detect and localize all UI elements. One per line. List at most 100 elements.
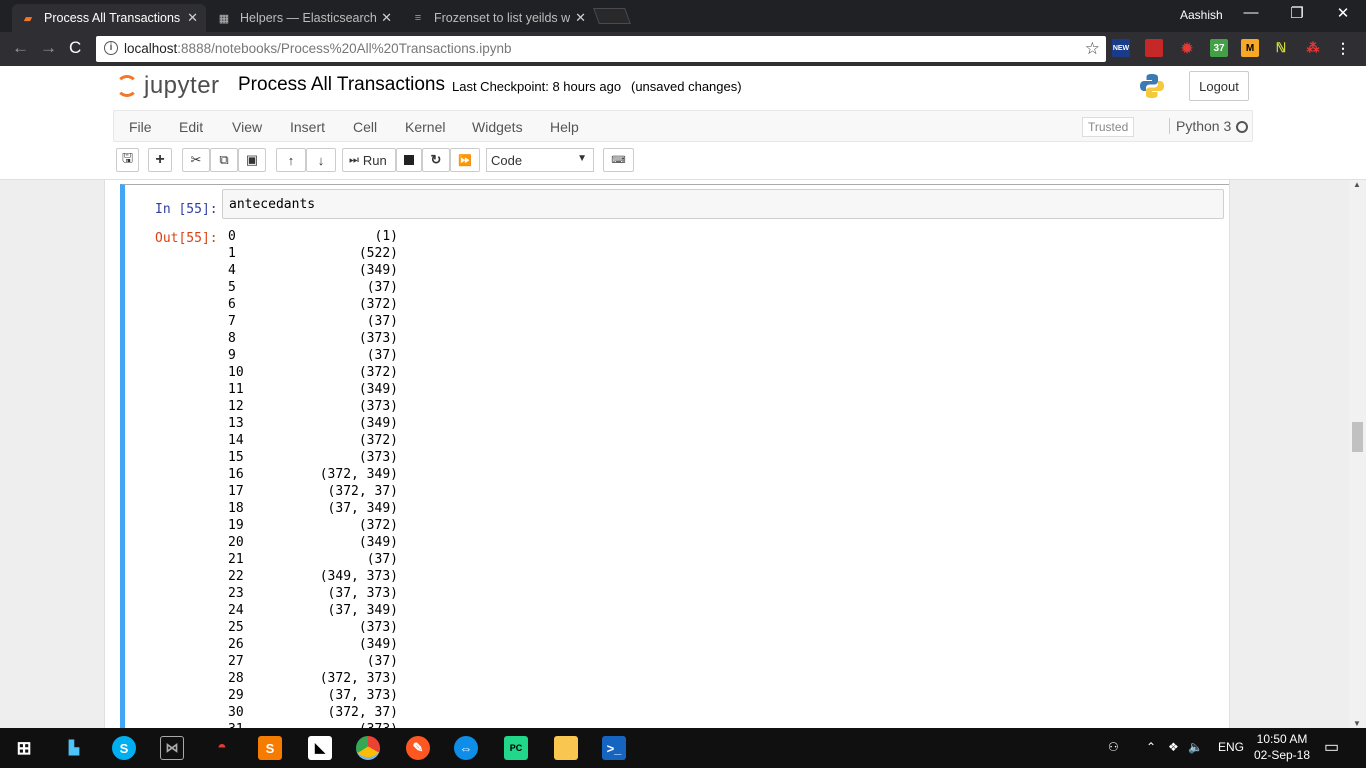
page-scrollbar[interactable]: ▲ ▼ [1349, 180, 1366, 728]
close-tab-icon[interactable]: ✕ [381, 10, 392, 26]
tab-process-all-transactions[interactable]: ▰ Process All Transactions ✕ [12, 4, 206, 32]
m-extension-icon[interactable]: M [1241, 39, 1259, 57]
cell-input-editor[interactable]: antecedants [222, 189, 1224, 219]
output-row: 20 (349) [228, 535, 398, 552]
scrollbar-thumb[interactable] [1352, 422, 1363, 452]
postman-icon[interactable]: ✎ [406, 736, 430, 760]
url-text: localhost:8888/notebooks/Process%20All%2… [124, 41, 512, 56]
windows-taskbar: ⊞ ▙ S ⋈ ◓ S ◣ ✎ ⇔ PC >_ ⚇ ⌃ ❖ 🔈 ENG 10:5… [0, 728, 1366, 768]
output-row: 13 (349) [228, 416, 398, 433]
menu-help[interactable]: Help [550, 119, 579, 135]
menu-widgets[interactable]: Widgets [472, 119, 523, 135]
run-button[interactable]: ⏭ Run [342, 148, 396, 172]
powershell-icon[interactable]: >_ [602, 736, 626, 760]
output-row: 17 (372, 37) [228, 484, 398, 501]
move-down-button[interactable]: ↓ [306, 148, 336, 172]
menu-edit[interactable]: Edit [179, 119, 203, 135]
counter-extension-icon[interactable]: 37 [1210, 39, 1228, 57]
minimize-icon[interactable]: — [1236, 4, 1266, 21]
language-indicator[interactable]: ENG [1218, 740, 1244, 754]
n-extension-icon[interactable]: ℕ [1272, 39, 1290, 57]
notifications-icon[interactable]: ▭ [1324, 737, 1339, 757]
row-index: 16 [228, 467, 244, 482]
output-row: 28 (372, 373) [228, 671, 398, 688]
logout-button[interactable]: Logout [1189, 71, 1249, 101]
close-window-icon[interactable]: ✕ [1328, 4, 1358, 22]
jupyter-tab-icon: ▰ [23, 12, 33, 25]
restart-icon: ↻ [430, 152, 442, 167]
save-icon: 🖫 [121, 150, 134, 165]
menu-view[interactable]: View [232, 119, 262, 135]
system-clock[interactable]: 10:50 AM 02-Sep-18 [1250, 731, 1314, 763]
insert-cell-button[interactable]: + [148, 148, 172, 172]
copy-button[interactable]: ⧉ [210, 148, 238, 172]
profile-name[interactable]: Aashish [1180, 8, 1223, 22]
forward-icon[interactable]: → [40, 38, 57, 58]
address-bar[interactable]: i localhost:8888/notebooks/Process%20All… [96, 36, 1106, 62]
move-up-button[interactable]: ↑ [276, 148, 306, 172]
dots-extension-icon[interactable]: ⁂ [1304, 39, 1322, 57]
paste-button[interactable]: ▣ [238, 148, 266, 172]
bug-extension-icon[interactable]: ✹ [1178, 39, 1196, 57]
menu-cell[interactable]: Cell [353, 119, 377, 135]
media-app-icon[interactable]: ◓ [210, 736, 234, 760]
scroll-up-icon[interactable]: ▲ [1353, 180, 1361, 189]
reload-icon[interactable]: C [69, 38, 81, 58]
windows-start-icon[interactable]: ⊞ [12, 736, 36, 760]
terminal-app-icon[interactable]: ◣ [308, 736, 332, 760]
row-index: 28 [228, 671, 244, 686]
output-row: 4 (349) [228, 263, 398, 280]
trusted-indicator[interactable]: Trusted [1082, 117, 1135, 137]
menu-file[interactable]: File [129, 119, 152, 135]
pycharm-icon[interactable]: PC [504, 736, 528, 760]
row-index: 7 [228, 314, 236, 329]
restart-button[interactable]: ↻ [422, 148, 450, 172]
close-tab-icon[interactable]: ✕ [187, 10, 198, 26]
chrome-menu-icon[interactable]: ⋮ [1334, 39, 1352, 57]
output-prompt: Out[55]: [155, 231, 218, 246]
new-extension-icon[interactable]: NEW [1112, 39, 1130, 57]
row-index: 27 [228, 654, 244, 669]
output-row: 8 (373) [228, 331, 398, 348]
output-row: 0 (1) [228, 229, 398, 246]
row-index: 26 [228, 637, 244, 652]
sublime-text-icon[interactable]: S [258, 736, 282, 760]
bookmark-extension-icon[interactable] [1145, 39, 1163, 57]
interrupt-button[interactable] [396, 148, 422, 172]
notebook-title[interactable]: Process All Transactions [238, 74, 445, 96]
code-cell[interactable]: In [55]: antecedants Out[55]: 0 (1) 1 (522)… [120, 184, 1229, 728]
volume-icon[interactable]: 🔈 [1188, 740, 1203, 754]
dropbox-icon[interactable]: ❖ [1168, 740, 1179, 754]
file-explorer-icon[interactable] [554, 736, 578, 760]
scroll-down-icon[interactable]: ▼ [1353, 719, 1361, 728]
restart-run-all-button[interactable]: ⏩ [450, 148, 480, 172]
new-tab-button[interactable] [593, 8, 631, 24]
row-value: (372, 349) [319, 467, 398, 482]
tab-frozenset[interactable]: ≡ Frozenset to list yeilds w ✕ [402, 4, 594, 32]
row-value: (372, 37) [327, 484, 398, 499]
menu-insert[interactable]: Insert [290, 119, 325, 135]
explorer-app-icon[interactable]: ▙ [62, 736, 86, 760]
command-palette-button[interactable]: ⌨ [603, 148, 634, 172]
info-icon[interactable]: i [104, 41, 118, 55]
show-hidden-icons[interactable]: ⌃ [1146, 740, 1156, 754]
restore-icon[interactable]: ❐ [1282, 4, 1312, 22]
menu-kernel[interactable]: Kernel [405, 119, 445, 135]
save-button[interactable]: 🖫 [116, 148, 139, 172]
close-tab-icon[interactable]: ✕ [575, 10, 586, 26]
tab-helpers-elasticsearch[interactable]: ▦ Helpers — Elasticsearch ( ✕ [208, 4, 400, 32]
vscode-like-icon[interactable]: ⋈ [160, 736, 184, 760]
bookmark-star-icon[interactable]: ☆ [1085, 39, 1100, 59]
people-icon[interactable]: ⚇ [1108, 740, 1119, 754]
jupyter-logo[interactable]: jupyter [116, 72, 220, 100]
output-row: 29 (37, 373) [228, 688, 398, 705]
cut-button[interactable]: ✂ [182, 148, 210, 172]
output-row: 16 (372, 349) [228, 467, 398, 484]
back-icon[interactable]: ← [12, 38, 29, 58]
chrome-icon[interactable] [356, 736, 380, 760]
cell-type-select[interactable]: Code ▼ [486, 148, 594, 172]
skype-icon[interactable]: S [112, 736, 136, 760]
output-row: 5 (37) [228, 280, 398, 297]
output-row: 19 (372) [228, 518, 398, 535]
teamviewer-icon[interactable]: ⇔ [454, 736, 478, 760]
